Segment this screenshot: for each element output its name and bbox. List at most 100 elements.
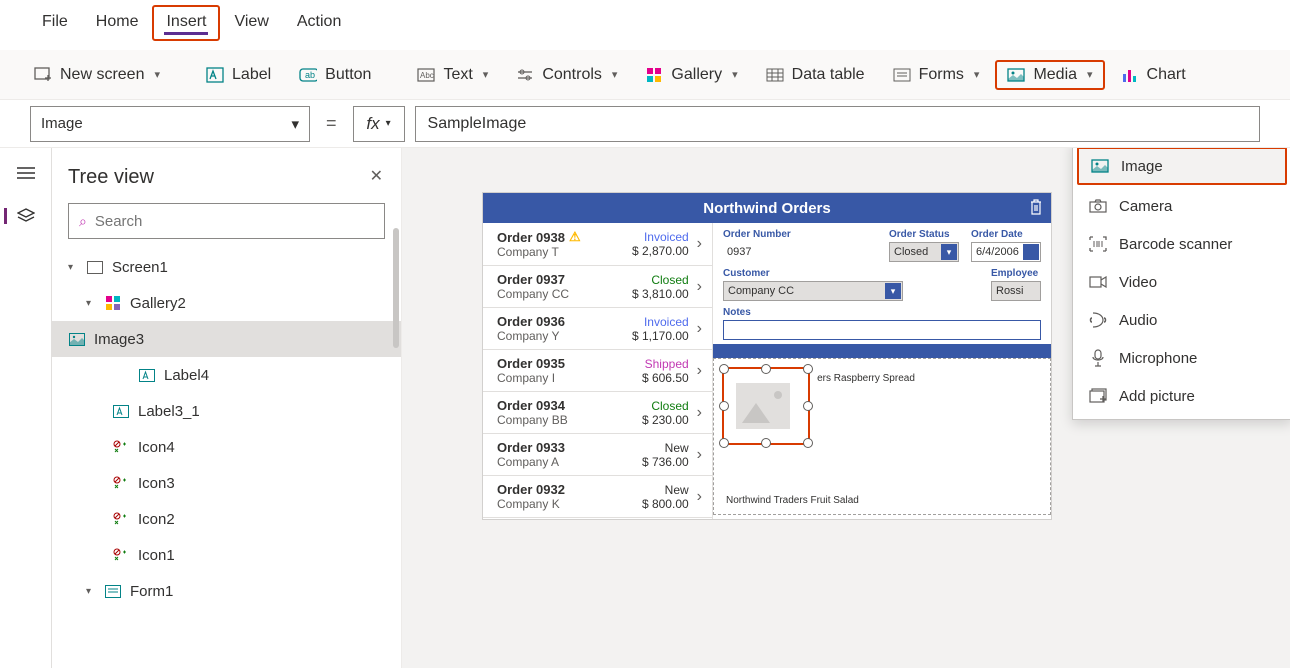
media-item-camera[interactable]: Camera bbox=[1073, 187, 1290, 225]
tree-label: Image3 bbox=[94, 331, 144, 348]
menu-home[interactable]: Home bbox=[82, 5, 153, 41]
order-list-item[interactable]: Order 0937Company CCClosed$ 3,810.00› bbox=[483, 266, 712, 308]
tree-node-image3[interactable]: Image3 bbox=[52, 321, 401, 357]
media-item-image[interactable]: Image bbox=[1077, 148, 1287, 185]
button-button[interactable]: ab Button bbox=[287, 60, 383, 90]
chevron-right-icon: › bbox=[697, 278, 702, 296]
icon-control-icon bbox=[112, 474, 130, 492]
tree-search-input[interactable] bbox=[95, 213, 374, 230]
order-list-item[interactable]: Order 0932Company KNew$ 800.00› bbox=[483, 476, 712, 518]
card-title: Northwind Orders bbox=[703, 200, 831, 217]
menu-view[interactable]: View bbox=[220, 5, 282, 41]
media-button[interactable]: Media ▾ bbox=[995, 60, 1104, 90]
new-screen-label: New screen bbox=[60, 66, 144, 84]
gallery-icon bbox=[645, 66, 663, 84]
tree-node-icon1[interactable]: Icon1 bbox=[68, 537, 385, 573]
gallery-button[interactable]: Gallery ▾ bbox=[633, 60, 749, 90]
selection-handles[interactable] bbox=[724, 369, 808, 443]
main-content-row: Tree view ✕ ⌕ ▾Screen1 ▾Gallery2 Image3 … bbox=[0, 148, 1290, 668]
order-status-combo[interactable]: Closed▾ bbox=[889, 242, 959, 262]
formula-input[interactable]: SampleImage bbox=[415, 106, 1260, 142]
media-item-add-picture[interactable]: Add picture bbox=[1073, 377, 1290, 415]
tree-node-gallery2[interactable]: ▾Gallery2 bbox=[68, 285, 385, 321]
menu-insert[interactable]: Insert bbox=[152, 5, 220, 41]
barcode-icon bbox=[1089, 235, 1107, 253]
button-label: Button bbox=[325, 66, 371, 84]
chevron-right-icon: › bbox=[697, 404, 702, 422]
label-label: Label bbox=[232, 66, 271, 84]
hamburger-icon[interactable] bbox=[17, 166, 35, 180]
canvas[interactable]: Northwind Orders Order 0938 ⚠Company TIn… bbox=[402, 148, 1290, 668]
icon-control-icon bbox=[112, 438, 130, 456]
fx-button[interactable]: fx▾ bbox=[353, 106, 405, 142]
chevron-right-icon: › bbox=[697, 488, 702, 506]
text-icon: Abc bbox=[417, 66, 435, 84]
charts-button[interactable]: Chart bbox=[1109, 60, 1198, 90]
menu-action[interactable]: Action bbox=[283, 5, 355, 41]
layers-icon[interactable] bbox=[4, 208, 35, 224]
field-label: Order Number bbox=[723, 229, 877, 240]
label-button[interactable]: Label bbox=[194, 60, 283, 90]
chevron-down-icon: ▾ bbox=[483, 68, 489, 81]
image-control-selected[interactable] bbox=[722, 367, 810, 445]
media-icon bbox=[1007, 66, 1025, 84]
employee-field[interactable]: Rossi bbox=[991, 281, 1041, 301]
notes-input[interactable] bbox=[723, 320, 1041, 340]
order-list-item[interactable]: Order 0935Company IShipped$ 606.50› bbox=[483, 350, 712, 392]
property-name: Image bbox=[41, 115, 83, 132]
new-screen-button[interactable]: New screen ▾ bbox=[22, 60, 172, 90]
tree-label: Form1 bbox=[130, 583, 173, 600]
label-icon bbox=[138, 366, 156, 384]
controls-icon bbox=[516, 66, 534, 84]
data-table-label: Data table bbox=[792, 66, 865, 84]
chevron-down-icon: ▾ bbox=[1087, 68, 1093, 81]
field-label: Customer bbox=[723, 268, 979, 279]
media-item-microphone[interactable]: Microphone bbox=[1073, 339, 1290, 377]
screen-plus-icon bbox=[34, 66, 52, 84]
microphone-icon bbox=[1089, 349, 1107, 367]
customer-combo[interactable]: Company CC▾ bbox=[723, 281, 903, 301]
order-list[interactable]: Order 0938 ⚠Company TInvoiced$ 2,870.00›… bbox=[483, 223, 713, 519]
media-item-video[interactable]: Video bbox=[1073, 263, 1290, 301]
trash-icon[interactable] bbox=[1029, 199, 1043, 215]
forms-button[interactable]: Forms ▾ bbox=[881, 60, 992, 90]
tree-node-icon2[interactable]: Icon2 bbox=[68, 501, 385, 537]
tree-node-form1[interactable]: ▾Form1 bbox=[68, 573, 385, 609]
image-icon bbox=[1091, 157, 1109, 175]
tree-label: Screen1 bbox=[112, 259, 168, 276]
chart-icon bbox=[1121, 66, 1139, 84]
order-date-picker[interactable]: 6/4/2006 bbox=[971, 242, 1041, 262]
media-item-label: Barcode scanner bbox=[1119, 236, 1232, 253]
order-list-item[interactable]: Order 0933Company ANew$ 736.00› bbox=[483, 434, 712, 476]
tree-scrollbar[interactable] bbox=[393, 228, 399, 348]
media-item-barcode[interactable]: Barcode scanner bbox=[1073, 225, 1290, 263]
text-label: Text bbox=[443, 66, 472, 84]
northwind-card: Northwind Orders Order 0938 ⚠Company TIn… bbox=[482, 192, 1052, 520]
menu-file[interactable]: File bbox=[28, 5, 82, 41]
tree-search[interactable]: ⌕ bbox=[68, 203, 385, 239]
controls-button[interactable]: Controls ▾ bbox=[504, 60, 629, 90]
media-item-label: Video bbox=[1119, 274, 1157, 291]
tree-node-icon4[interactable]: Icon4 bbox=[68, 429, 385, 465]
tree-label: Icon1 bbox=[138, 547, 175, 564]
left-rail bbox=[0, 148, 52, 668]
tree-node-label4[interactable]: Label4 bbox=[68, 357, 385, 393]
media-label: Media bbox=[1033, 66, 1077, 84]
order-list-item[interactable]: Order 0938 ⚠Company TInvoiced$ 2,870.00› bbox=[483, 223, 712, 266]
close-icon[interactable]: ✕ bbox=[370, 166, 383, 186]
tree-node-label3-1[interactable]: Label3_1 bbox=[68, 393, 385, 429]
property-selector[interactable]: Image ▾ bbox=[30, 106, 310, 142]
media-item-audio[interactable]: Audio bbox=[1073, 301, 1290, 339]
order-list-item[interactable]: Order 0936Company YInvoiced$ 1,170.00› bbox=[483, 308, 712, 350]
tree-node-icon3[interactable]: Icon3 bbox=[68, 465, 385, 501]
chevron-down-icon: ▾ bbox=[732, 68, 738, 81]
text-button[interactable]: Abc Text ▾ bbox=[405, 60, 500, 90]
data-table-button[interactable]: Data table bbox=[754, 60, 877, 90]
forms-icon bbox=[893, 66, 911, 84]
order-list-item[interactable]: Order 0934Company BBClosed$ 230.00› bbox=[483, 392, 712, 434]
tree-node-screen1[interactable]: ▾Screen1 bbox=[68, 249, 385, 285]
add-picture-icon bbox=[1089, 387, 1107, 405]
tree-label: Label4 bbox=[164, 367, 209, 384]
svg-text:Abc: Abc bbox=[420, 71, 434, 80]
tree-view-pane: Tree view ✕ ⌕ ▾Screen1 ▾Gallery2 Image3 … bbox=[52, 148, 402, 668]
